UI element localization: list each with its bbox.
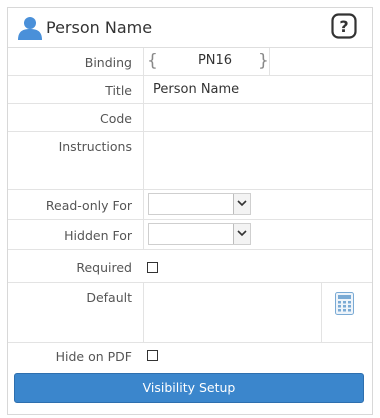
chevron-down-icon[interactable] bbox=[233, 224, 250, 244]
read-only-for-label: Read-only For bbox=[45, 198, 132, 213]
visibility-setup-button[interactable]: Visibility Setup bbox=[14, 373, 364, 403]
code-label: Code bbox=[99, 111, 132, 126]
title-row: Title Person Name bbox=[8, 76, 372, 104]
hidden-for-row: Hidden For bbox=[8, 220, 372, 250]
read-only-for-row: Read-only For bbox=[8, 190, 372, 220]
hidden-for-select[interactable] bbox=[148, 223, 251, 245]
person-icon bbox=[18, 17, 42, 40]
hide-on-pdf-row: Hide on PDF bbox=[8, 343, 372, 369]
hide-on-pdf-label: Hide on PDF bbox=[55, 349, 132, 364]
default-row: Default bbox=[8, 282, 372, 343]
hidden-for-label: Hidden For bbox=[64, 228, 132, 243]
required-checkbox[interactable] bbox=[147, 262, 158, 273]
panel-header: Person Name ? bbox=[8, 8, 372, 48]
title-label: Title bbox=[105, 83, 132, 98]
code-row: Code bbox=[8, 104, 372, 132]
svg-text:?: ? bbox=[339, 17, 348, 36]
instructions-row: Instructions bbox=[8, 132, 372, 190]
help-icon[interactable]: ? bbox=[331, 13, 357, 39]
required-label: Required bbox=[76, 260, 132, 275]
title-value: Person Name bbox=[153, 82, 240, 97]
instructions-textarea[interactable] bbox=[144, 132, 372, 189]
chevron-down-icon[interactable] bbox=[233, 194, 250, 214]
binding-field[interactable]: { PN16 } bbox=[144, 48, 372, 75]
binding-row: Binding { PN16 } bbox=[8, 48, 372, 76]
instructions-label: Instructions bbox=[58, 139, 132, 154]
page-title: Person Name bbox=[46, 18, 153, 37]
required-row: Required bbox=[8, 250, 372, 282]
binding-value: PN16 bbox=[197, 53, 233, 68]
binding-close-brace: } bbox=[258, 51, 269, 71]
binding-label: Binding bbox=[84, 55, 132, 70]
binding-open-brace: { bbox=[147, 51, 158, 71]
code-input[interactable] bbox=[144, 104, 372, 131]
hide-on-pdf-checkbox[interactable] bbox=[147, 350, 158, 361]
default-label: Default bbox=[86, 290, 132, 305]
field-properties-panel: Person Name ? Binding { PN16 } Title Per… bbox=[7, 7, 373, 415]
title-input[interactable]: Person Name bbox=[144, 76, 372, 103]
read-only-for-select[interactable] bbox=[148, 193, 251, 215]
calculator-icon[interactable] bbox=[335, 292, 354, 315]
